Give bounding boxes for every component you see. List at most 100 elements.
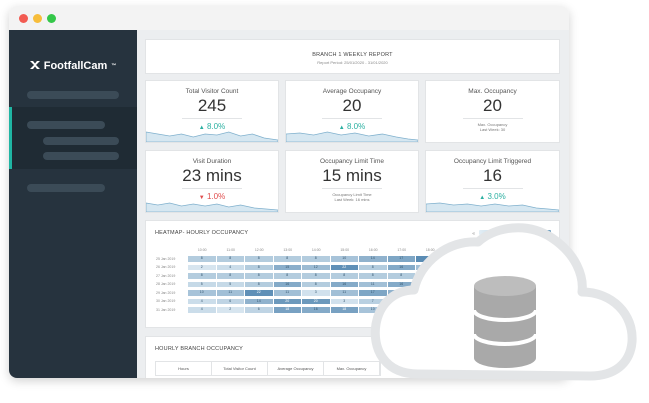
- heatmap-cell[interactable]: 18: [416, 290, 444, 296]
- heatmap-cell[interactable]: 8: [416, 298, 444, 304]
- heatmap-cell[interactable]: 23: [416, 256, 444, 262]
- heatmap-cell[interactable]: 22: [245, 290, 273, 296]
- sparkline-chart: [146, 131, 278, 142]
- kpi-card-visit-duration[interactable]: Visit Duration 23 mins ▼ 1.0%: [145, 150, 279, 213]
- heatmap-cell[interactable]: 8: [245, 264, 273, 270]
- heatmap-cell[interactable]: 4: [188, 298, 216, 304]
- hourly-occupancy-table-header: Hours Total Visitor Count Average Occupa…: [155, 361, 381, 376]
- heatmap-cell[interactable]: 4: [188, 307, 216, 313]
- heatmap-cell[interactable]: 8: [302, 281, 330, 287]
- heatmap-cell[interactable]: 8: [359, 264, 387, 270]
- heatmap-cell[interactable]: 14: [387, 290, 415, 296]
- heatmap-cell[interactable]: 10: [330, 256, 358, 262]
- kpi-card-occupancy-limit-triggered[interactable]: Occupancy Limit Triggered 16 ▲ 3.0%: [425, 150, 560, 213]
- kpi-divider: [462, 188, 523, 189]
- heatmap-cell[interactable]: 5: [216, 281, 244, 287]
- heatmap-cell[interactable]: 5: [188, 281, 216, 287]
- column-header-total-visitor-count[interactable]: Total Visitor Count: [212, 362, 268, 375]
- kpi-card-occupancy-limit-time[interactable]: Occupancy Limit Time 15 mins Occupancy L…: [285, 150, 419, 213]
- heatmap-cell[interactable]: 8: [245, 256, 273, 262]
- heatmap-title: HEATMAP- HOURLY OCCUPANCY: [155, 230, 249, 236]
- sidebar: FootfallCam ™: [9, 30, 137, 378]
- heatmap-cell[interactable]: 15: [387, 298, 415, 304]
- column-header-max-occupancy[interactable]: Max. Occupancy: [324, 362, 380, 375]
- heatmap-cell[interactable]: 17: [359, 290, 387, 296]
- heatmap-cell[interactable]: 4: [216, 264, 244, 270]
- heatmap-cell[interactable]: 18: [387, 307, 415, 313]
- heatmap-cell[interactable]: 15: [273, 264, 301, 270]
- sidebar-item-2[interactable]: [27, 121, 105, 129]
- minimize-window-button[interactable]: [33, 13, 42, 23]
- heatmap-cell[interactable]: 8: [359, 273, 387, 279]
- heatmap-cell[interactable]: 8: [273, 256, 301, 262]
- maximize-window-button[interactable]: [47, 13, 56, 23]
- kpi-value: 20: [483, 96, 502, 115]
- heatmap-cell[interactable]: 8: [216, 273, 244, 279]
- heatmap-cell[interactable]: 6: [216, 298, 244, 304]
- heatmap-cell[interactable]: 10: [359, 307, 387, 313]
- heatmap-cell[interactable]: 6: [245, 307, 273, 313]
- heatmap-cell[interactable]: 2: [216, 307, 244, 313]
- sidebar-subitem-2[interactable]: [43, 152, 119, 160]
- heatmap-cell[interactable]: 11: [416, 264, 444, 270]
- heatmap-cell[interactable]: 17: [387, 256, 415, 262]
- heatmap-cell[interactable]: 8: [245, 281, 273, 287]
- sparkline-chart: [146, 202, 278, 212]
- heatmap-cell[interactable]: 20: [273, 298, 301, 304]
- heatmap-row-date: 27 Jan 2019: [156, 273, 176, 278]
- heatmap-cell[interactable]: 20: [302, 298, 330, 304]
- heatmap-cell[interactable]: 16: [387, 281, 415, 287]
- heatmap-cell[interactable]: 10: [188, 290, 216, 296]
- column-header-average-occupancy[interactable]: Average Occupancy: [268, 362, 324, 375]
- sidebar-item-3[interactable]: [27, 184, 105, 192]
- heatmap-cell[interactable]: 11: [330, 290, 358, 296]
- heatmap-cell[interactable]: 16: [387, 264, 415, 270]
- heatmap-cell[interactable]: 16: [330, 281, 358, 287]
- heatmap-cell[interactable]: 3: [302, 290, 330, 296]
- heatmap-cell[interactable]: 8: [245, 273, 273, 279]
- heatmap-cell[interactable]: 11: [216, 290, 244, 296]
- heatmap-hour-label: 11:00: [226, 248, 236, 252]
- heatmap-cell[interactable]: 8: [188, 273, 216, 279]
- kpi-divider: [182, 188, 242, 189]
- brand-logo[interactable]: FootfallCam ™: [9, 60, 137, 72]
- heatmap-cell[interactable]: 8: [387, 273, 415, 279]
- heatmap-card: HEATMAP- HOURLY OCCUPANCY « 10:00 11:00 12…: [145, 220, 560, 328]
- sidebar-subitem-1[interactable]: [43, 137, 119, 145]
- heatmap-cell[interactable]: 8: [416, 307, 444, 313]
- heatmap-cell[interactable]: 18: [273, 307, 301, 313]
- heatmap-cell[interactable]: 14: [359, 256, 387, 262]
- heatmap-cell[interactable]: 11: [273, 290, 301, 296]
- brand-name: FootfallCam: [43, 60, 108, 72]
- heatmap-row: 28 Jan 2019 5 5 8 16 8 16 11 16 8: [156, 281, 445, 287]
- heatmap-cell[interactable]: 8: [216, 256, 244, 262]
- heatmap-cell[interactable]: 8: [188, 256, 216, 262]
- heatmap-cell[interactable]: 2: [188, 264, 216, 270]
- heatmap-cell[interactable]: 8: [330, 273, 358, 279]
- heatmap-cell[interactable]: 16: [273, 281, 301, 287]
- kpi-card-total-visitor-count[interactable]: Total Visitor Count 245 ▲ 8.0%: [145, 80, 279, 143]
- heatmap-toggle[interactable]: «: [472, 231, 475, 237]
- sidebar-item-1[interactable]: [27, 91, 119, 99]
- heatmap-cell[interactable]: 8: [416, 273, 444, 279]
- sparkline-chart: [426, 202, 559, 212]
- heatmap-cell[interactable]: 12: [302, 264, 330, 270]
- heatmap-cell[interactable]: 8: [416, 281, 444, 287]
- heatmap-cell[interactable]: 3: [330, 298, 358, 304]
- column-header-hours[interactable]: Hours: [156, 362, 212, 375]
- kpi-label: Total Visitor Count: [185, 88, 239, 95]
- heatmap-cell[interactable]: 16: [302, 307, 330, 313]
- heatmap-cell[interactable]: 8: [273, 273, 301, 279]
- heatmap-cell[interactable]: 8: [302, 273, 330, 279]
- kpi-card-average-occupancy[interactable]: Average Occupancy 20 ▲ 8.0%: [285, 80, 419, 143]
- heatmap-cell[interactable]: 14: [245, 298, 273, 304]
- heatmap-row: 26 Jan 2019 2 4 8 15 12 22 8 16 11: [156, 264, 445, 270]
- close-window-button[interactable]: [19, 13, 28, 23]
- heatmap-cell[interactable]: 11: [359, 281, 387, 287]
- heatmap-cell[interactable]: 22: [330, 264, 358, 270]
- heatmap-cell[interactable]: 8: [302, 256, 330, 262]
- heatmap-cell[interactable]: 18: [330, 307, 358, 313]
- kpi-divider: [322, 188, 382, 189]
- kpi-card-max-occupancy[interactable]: Max. Occupancy 20 Max. Occupancy Last Wee…: [425, 80, 560, 143]
- heatmap-cell[interactable]: 7: [359, 298, 387, 304]
